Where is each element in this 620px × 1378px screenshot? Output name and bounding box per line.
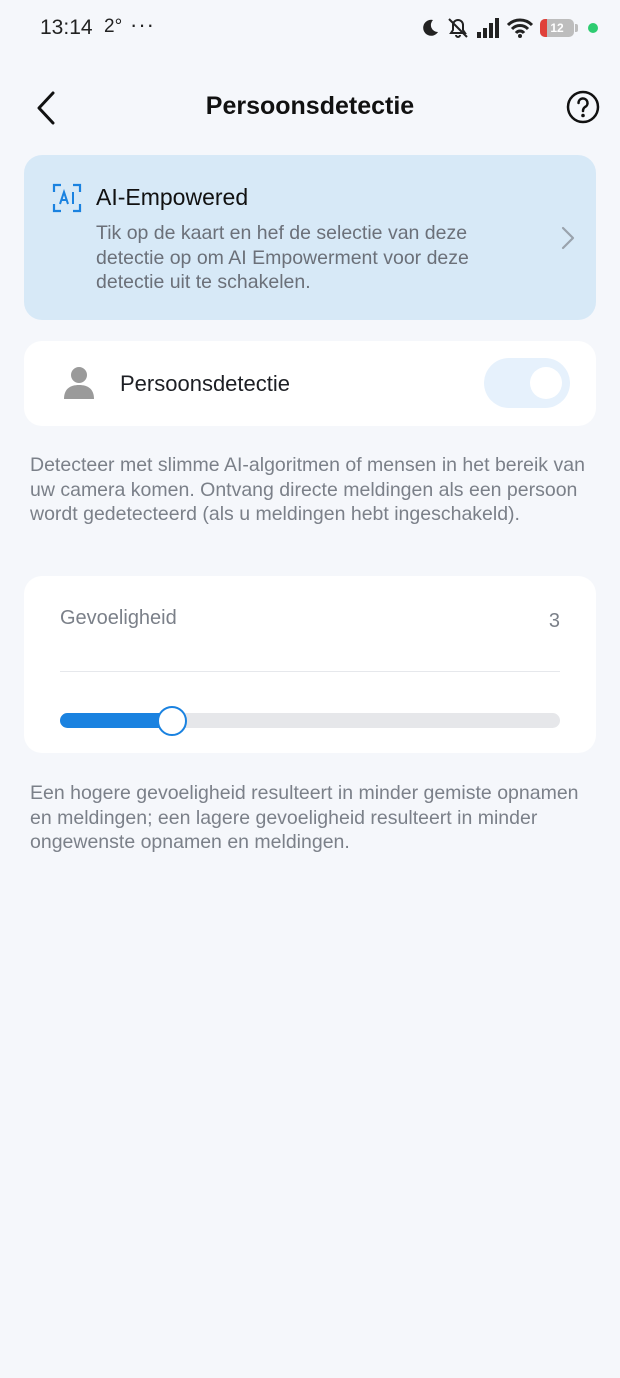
sensitivity-description: Een hogere gevoeligheid resulteert in mi… xyxy=(30,782,579,853)
person-detection-label: Persoonsdetectie xyxy=(120,371,290,396)
help-circle-icon xyxy=(566,90,600,124)
status-bar: 13:14 2° ··· 12 xyxy=(0,0,620,56)
signal-icon xyxy=(477,18,499,38)
battery-level: 12 xyxy=(550,21,564,35)
ai-card-title: AI-Empowered xyxy=(96,184,249,210)
ai-card-description: Tik op de kaart en hef de selectie van d… xyxy=(96,222,469,293)
sensitivity-value: 3 xyxy=(548,610,560,632)
divider xyxy=(60,671,560,672)
person-icon xyxy=(64,367,94,399)
sensitivity-card: Gevoeligheid 3 xyxy=(24,576,596,753)
privacy-indicator-dot xyxy=(588,23,598,33)
wifi-icon xyxy=(506,18,534,38)
status-time: 13:14 xyxy=(40,16,93,39)
detection-description: Detecteer met slimme AI-algoritmen of me… xyxy=(30,454,585,525)
toggle-knob xyxy=(530,367,562,399)
status-temperature: 2° xyxy=(104,16,123,37)
battery-icon: 12 xyxy=(540,19,574,37)
bell-off-icon xyxy=(448,18,468,38)
ai-empowered-card[interactable]: AI-Empowered Tik op de kaart en hef de s… xyxy=(24,155,596,320)
help-button[interactable] xyxy=(566,90,600,124)
battery-cap xyxy=(575,24,578,32)
chevron-right-icon xyxy=(561,226,575,250)
sensitivity-label: Gevoeligheid xyxy=(60,607,177,629)
slider-thumb[interactable] xyxy=(157,705,187,736)
slider-fill xyxy=(60,713,170,728)
sensitivity-slider[interactable] xyxy=(60,705,560,736)
status-icons: 12 xyxy=(420,16,598,40)
person-detection-toggle[interactable] xyxy=(484,358,570,408)
moon-icon xyxy=(423,19,438,36)
person-detection-row: Persoonsdetectie xyxy=(24,341,596,426)
page-title: Persoonsdetectie xyxy=(205,92,415,120)
ai-icon xyxy=(52,183,82,213)
status-more-icon: ··· xyxy=(130,12,155,37)
